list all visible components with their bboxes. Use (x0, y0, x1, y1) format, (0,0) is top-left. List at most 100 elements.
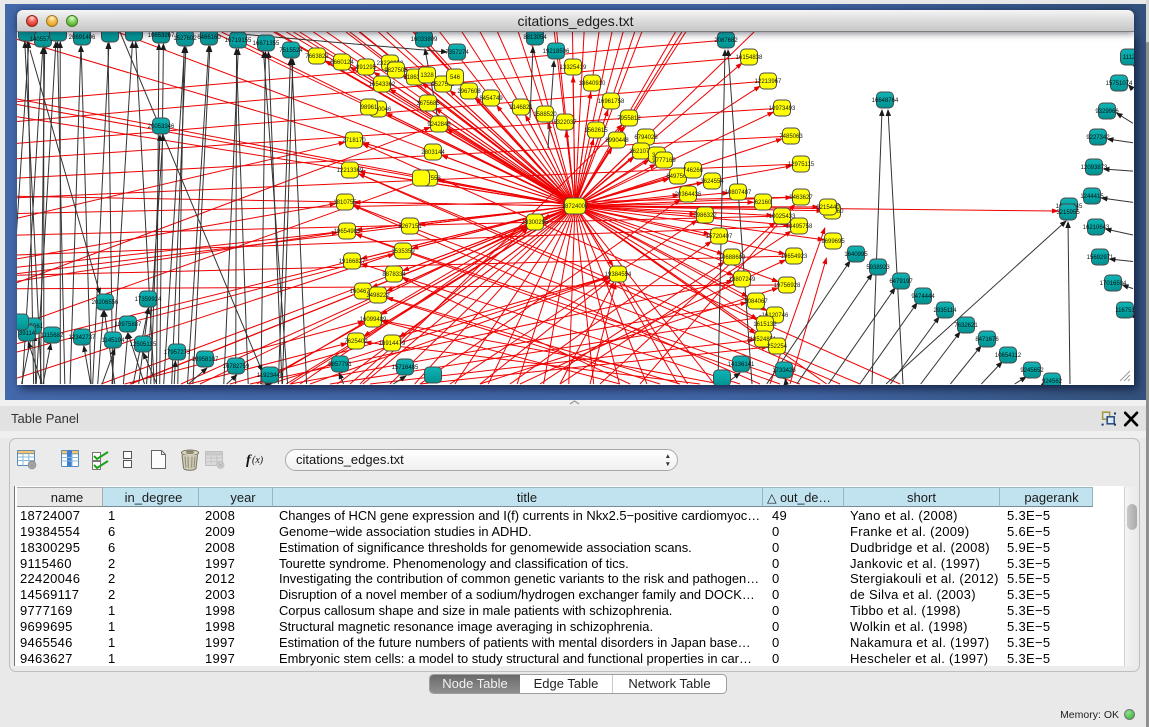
svg-text:7625402: 7625402 (344, 339, 368, 345)
svg-text:16782759: 16782759 (223, 364, 250, 370)
svg-text:10958107: 10958107 (192, 357, 219, 363)
svg-text:2718170: 2718170 (342, 138, 366, 144)
svg-text:9084067: 9084067 (744, 299, 768, 305)
svg-text:10719155: 10719155 (225, 38, 252, 44)
svg-text:8878334: 8878334 (382, 272, 406, 278)
svg-text:1640995: 1640995 (844, 252, 868, 258)
svg-text:39114: 39114 (19, 331, 36, 337)
svg-text:16914479: 16914479 (379, 341, 406, 347)
svg-text:252254: 252254 (767, 344, 788, 350)
svg-text:924562: 924562 (1042, 379, 1063, 385)
svg-text:15716485: 15716485 (392, 365, 419, 371)
svg-text:9857791: 9857791 (328, 362, 352, 368)
svg-text:1615132: 1615132 (753, 322, 777, 328)
svg-text:7955812: 7955812 (617, 116, 641, 122)
svg-text:9463627: 9463627 (789, 195, 813, 201)
svg-text:20691406: 20691406 (69, 35, 96, 41)
svg-text:8990448: 8990448 (605, 138, 629, 144)
svg-text:1535359: 1535359 (391, 249, 415, 255)
svg-text:6479197: 6479197 (889, 279, 913, 285)
svg-text:16099489: 16099489 (360, 317, 387, 323)
svg-text:1244415: 1244415 (1080, 194, 1104, 200)
svg-text:8813054: 8813054 (523, 35, 547, 41)
svg-text:12213369: 12213369 (337, 168, 364, 174)
svg-text:7663822: 7663822 (305, 54, 329, 60)
svg-text:7986322: 7986322 (693, 213, 717, 219)
svg-text:1527602: 1527602 (173, 36, 197, 42)
svg-text:12505135: 12505135 (130, 342, 157, 348)
svg-text:16648764: 16648764 (872, 98, 899, 104)
svg-text:62160: 62160 (755, 200, 772, 206)
svg-text:9827508: 9827508 (384, 68, 408, 74)
svg-text:12093873: 12093873 (1081, 165, 1108, 171)
svg-text:10973493: 10973493 (769, 106, 796, 112)
svg-text:10975887: 10975887 (115, 322, 142, 328)
svg-text:20206556: 20206556 (92, 300, 119, 306)
svg-text:19654985: 19654985 (334, 229, 361, 235)
svg-text:16961758: 16961758 (598, 99, 625, 105)
svg-text:9777169: 9777169 (652, 158, 676, 164)
svg-text:20364436: 20364436 (675, 192, 702, 198)
svg-text:3498222: 3498222 (366, 293, 390, 299)
svg-text:8267151: 8267151 (398, 224, 422, 230)
svg-text:2935114: 2935114 (934, 308, 958, 314)
svg-text:16033809: 16033809 (411, 37, 438, 43)
svg-text:7515524: 7515524 (279, 48, 303, 54)
svg-text:3675685: 3675685 (416, 101, 440, 107)
svg-text:12342737: 12342737 (69, 335, 96, 341)
svg-text:19218506: 19218506 (543, 49, 570, 55)
svg-text:2803144: 2803144 (421, 150, 445, 156)
svg-text:1112: 1112 (1123, 55, 1134, 61)
svg-text:10654112: 10654112 (995, 353, 1022, 359)
svg-text:18724007: 18724007 (562, 204, 589, 210)
svg-text:(x): (x) (252, 455, 264, 466)
svg-text:7357274: 7357274 (445, 50, 469, 56)
svg-text:19756928: 19756928 (774, 283, 801, 289)
svg-text:14136141: 14136141 (728, 362, 755, 368)
svg-text:9215440: 9215440 (816, 205, 840, 211)
svg-text:3624554: 3624554 (700, 179, 724, 185)
svg-text:9699695: 9699695 (821, 239, 845, 245)
svg-text:6322037: 6322037 (553, 120, 577, 126)
svg-text:8471676: 8471676 (975, 337, 999, 343)
svg-text:1328: 1328 (420, 73, 434, 79)
svg-text:17359924: 17359924 (135, 297, 162, 303)
svg-text:1115682: 1115682 (41, 333, 64, 339)
svg-text:8454749: 8454749 (479, 96, 503, 102)
svg-text:3215955: 3215955 (1056, 210, 1080, 216)
svg-text:116753: 116753 (1115, 308, 1134, 314)
svg-text:9227342: 9227342 (1086, 135, 1110, 141)
svg-text:13495758: 13495758 (786, 224, 813, 230)
svg-text:9474444: 9474444 (911, 294, 935, 300)
svg-text:891295: 891295 (356, 65, 377, 71)
svg-text:10653267: 10653267 (148, 33, 175, 39)
svg-text:16671355: 16671355 (253, 41, 280, 47)
svg-text:7632621: 7632621 (954, 323, 978, 329)
svg-text:6466160: 6466160 (197, 35, 221, 41)
svg-text:15692971: 15692971 (1087, 255, 1114, 261)
svg-text:9146821: 9146821 (509, 105, 533, 111)
svg-text:18807249: 18807249 (729, 277, 756, 283)
svg-text:19384554: 19384554 (605, 272, 632, 278)
svg-text:2087682: 2087682 (714, 38, 738, 44)
svg-text:2967608: 2967608 (457, 89, 481, 95)
svg-text:12975115: 12975115 (788, 162, 815, 168)
svg-text:17957273: 17957273 (164, 350, 191, 356)
svg-text:20053346: 20053346 (148, 124, 175, 130)
svg-text:7485063: 7485063 (779, 134, 803, 140)
svg-text:18640910: 18640910 (579, 81, 606, 87)
svg-text:15751074: 15751074 (1106, 81, 1133, 87)
svg-text:546: 546 (450, 75, 461, 81)
svg-text:12213967: 12213967 (755, 79, 782, 85)
svg-text:17016504: 17016504 (1100, 281, 1127, 287)
svg-text:19166827: 19166827 (339, 259, 366, 265)
svg-text:1145194: 1145194 (102, 338, 126, 344)
svg-text:8660124: 8660124 (330, 60, 354, 66)
svg-text:19654923: 19654923 (781, 254, 808, 260)
svg-text:13325419: 13325419 (560, 65, 587, 71)
svg-text:9245652: 9245652 (1020, 368, 1044, 374)
svg-text:18300295: 18300295 (522, 220, 549, 226)
svg-text:746266: 746266 (683, 168, 704, 174)
svg-text:11923448: 11923448 (257, 373, 284, 379)
svg-text:10688609: 10688609 (719, 255, 746, 261)
